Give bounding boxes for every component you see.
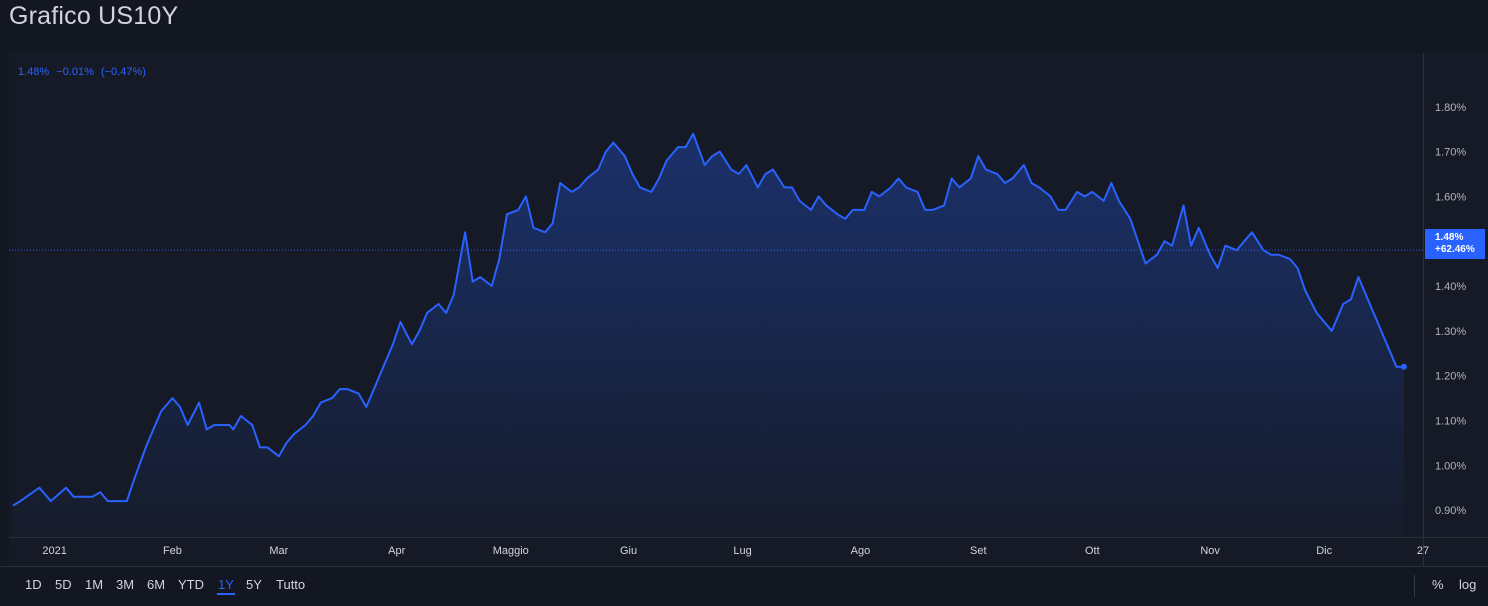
chart-panel[interactable]: 0.90%1.00%1.10%1.20%1.30%1.40%1.50%1.60%…	[9, 53, 1488, 566]
range-button-1m[interactable]: 1M	[85, 577, 103, 592]
y-tick-label: 1.00%	[1435, 460, 1466, 472]
y-tick-label: 1.10%	[1435, 415, 1466, 427]
x-tick-label: Feb	[163, 545, 182, 557]
x-tick-label: 2021	[42, 545, 66, 557]
y-tick-label: 1.40%	[1435, 281, 1466, 293]
range-button-5y[interactable]: 5Y	[246, 577, 262, 592]
x-tick-label: Set	[970, 545, 987, 557]
range-button-1d[interactable]: 1D	[25, 577, 42, 592]
time-range-toolbar: 1D 5D 1M 3M 6M YTD 1Y 5Y Tutto % log	[0, 566, 1488, 606]
log-scale-toggle[interactable]: log	[1459, 577, 1476, 592]
legend-value: 1.48%	[18, 66, 50, 78]
x-tick-label: Ott	[1085, 545, 1100, 557]
percent-scale-toggle[interactable]: %	[1432, 577, 1444, 592]
x-tick-label: Giu	[620, 545, 637, 557]
range-button-5d[interactable]: 5D	[55, 577, 72, 592]
x-tick-label: Ago	[851, 545, 871, 557]
range-button-3m[interactable]: 3M	[116, 577, 134, 592]
last-price-label: 1.48% +62.46%	[1425, 229, 1485, 259]
range-button-1y[interactable]: 1Y	[217, 577, 235, 595]
range-button-ytd[interactable]: YTD	[178, 577, 204, 592]
y-tick-label: 1.20%	[1435, 371, 1466, 383]
y-tick-label: 1.60%	[1435, 191, 1466, 203]
x-tick-label: Mar	[269, 545, 288, 557]
series-area-fill	[12, 133, 1404, 537]
last-price-change: +62.46%	[1435, 244, 1475, 255]
toolbar-divider	[1414, 575, 1415, 597]
x-tick-label: Apr	[388, 545, 405, 557]
x-tick-label: Dic	[1316, 545, 1332, 557]
legend-change-pct: (−0.47%)	[100, 66, 146, 78]
x-tick-label: Nov	[1200, 545, 1220, 557]
page-title: Grafico US10Y	[9, 2, 179, 30]
legend-change: −0.01%	[56, 66, 94, 78]
x-tick-label: Lug	[733, 545, 751, 557]
y-tick-label: 0.90%	[1435, 505, 1466, 517]
y-tick-label: 1.80%	[1435, 102, 1466, 114]
last-point-marker	[1400, 363, 1407, 370]
chart-canvas[interactable]: 0.90%1.00%1.10%1.20%1.30%1.40%1.50%1.60%…	[9, 53, 1488, 566]
last-price-value: 1.48%	[1435, 232, 1464, 243]
y-tick-label: 1.70%	[1435, 147, 1466, 159]
range-button-6m[interactable]: 6M	[147, 577, 165, 592]
range-button-all[interactable]: Tutto	[276, 577, 305, 592]
x-tick-label: 27	[1417, 545, 1429, 557]
chart-legend: 1.48% −0.01% (−0.47%)	[18, 66, 150, 78]
y-tick-label: 1.30%	[1435, 326, 1466, 338]
x-tick-label: Maggio	[493, 545, 529, 557]
